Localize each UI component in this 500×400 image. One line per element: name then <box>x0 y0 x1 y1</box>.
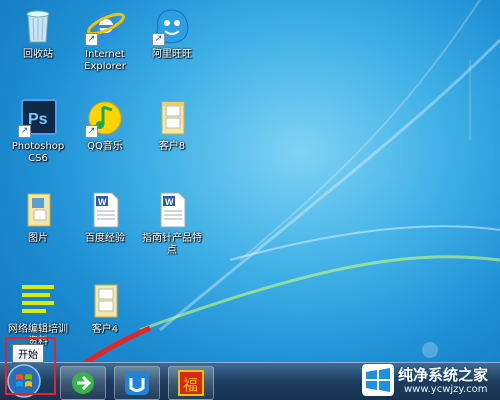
word-document-icon: W <box>85 190 125 230</box>
photoshop-icon: Ps ↗ <box>18 98 58 138</box>
folder-client8-item[interactable]: 客户8 <box>141 98 203 153</box>
word-document-icon: W <box>152 190 192 230</box>
aliwangwang-label: 阿里旺旺 <box>152 49 192 60</box>
compass-product-doc-item[interactable]: W 指南针产品特点 <box>141 190 203 257</box>
svg-text:W: W <box>165 197 174 207</box>
shortcut-arrow-icon: ↗ <box>152 33 165 46</box>
svg-text:W: W <box>98 197 107 207</box>
browser-icon <box>72 372 94 394</box>
recycle-bin-icon <box>18 6 58 46</box>
shortcut-arrow-icon: ↗ <box>85 125 98 138</box>
folder-icon <box>152 98 192 138</box>
recycle-bin-label: 回收站 <box>23 49 53 60</box>
highlight-box <box>5 337 56 395</box>
compass-product-label: 指南针产品特点 <box>142 233 202 256</box>
aliwangwang-icon-item[interactable]: ↗ 阿里旺旺 <box>141 6 203 61</box>
qq-music-icon-item[interactable]: ↗ QQ音乐 <box>74 98 136 153</box>
aliwangwang-icon: ↗ <box>152 6 192 46</box>
folder-pictures-label: 图片 <box>28 233 48 244</box>
svg-text:福: 福 <box>183 376 198 394</box>
watermark-url: www.ycwjzy.com <box>404 384 488 395</box>
watermark: 纯净系统之家 www.ycwjzy.com <box>356 360 500 400</box>
qq-music-icon: ↗ <box>85 98 125 138</box>
recycle-bin-icon-item[interactable]: 回收站 <box>7 6 69 61</box>
folder-icon <box>18 190 58 230</box>
qq-music-label: QQ音乐 <box>87 141 123 152</box>
taskbar-ie-button[interactable] <box>60 366 106 400</box>
folder-icon <box>85 281 125 321</box>
taskbar-aliwangwang-button[interactable] <box>114 366 160 400</box>
baidu-experience-doc-item[interactable]: W 百度经验 <box>74 190 136 245</box>
text-lines-icon <box>18 281 58 321</box>
folder-client4-item[interactable]: 客户4 <box>74 281 136 336</box>
aliwangwang-icon <box>125 371 149 395</box>
baidu-experience-label: 百度经验 <box>85 233 125 244</box>
watermark-logo-icon <box>362 364 394 396</box>
taskbar-fu-app-button[interactable]: 福 <box>168 366 214 400</box>
photoshop-icon-item[interactable]: Ps ↗ Photoshop CS6 <box>7 98 69 165</box>
internet-explorer-label: Internet Explorer <box>84 49 126 72</box>
folder-pictures-item[interactable]: 图片 <box>7 190 69 245</box>
folder-client4-label: 客户4 <box>91 324 119 335</box>
shortcut-arrow-icon: ↗ <box>18 125 31 138</box>
internet-explorer-icon: ↗ <box>85 6 125 46</box>
photoshop-label: Photoshop CS6 <box>11 141 65 164</box>
internet-explorer-icon-item[interactable]: ↗ Internet Explorer <box>74 6 136 73</box>
desktop: 回收站 ↗ Internet Explorer ↗ 阿里旺旺 Ps ↗ Phot… <box>0 0 500 400</box>
folder-client8-label: 客户8 <box>158 141 186 152</box>
fu-character-icon: 福 <box>178 370 204 396</box>
shortcut-arrow-icon: ↗ <box>85 33 98 46</box>
watermark-title: 纯净系统之家 <box>398 366 489 384</box>
